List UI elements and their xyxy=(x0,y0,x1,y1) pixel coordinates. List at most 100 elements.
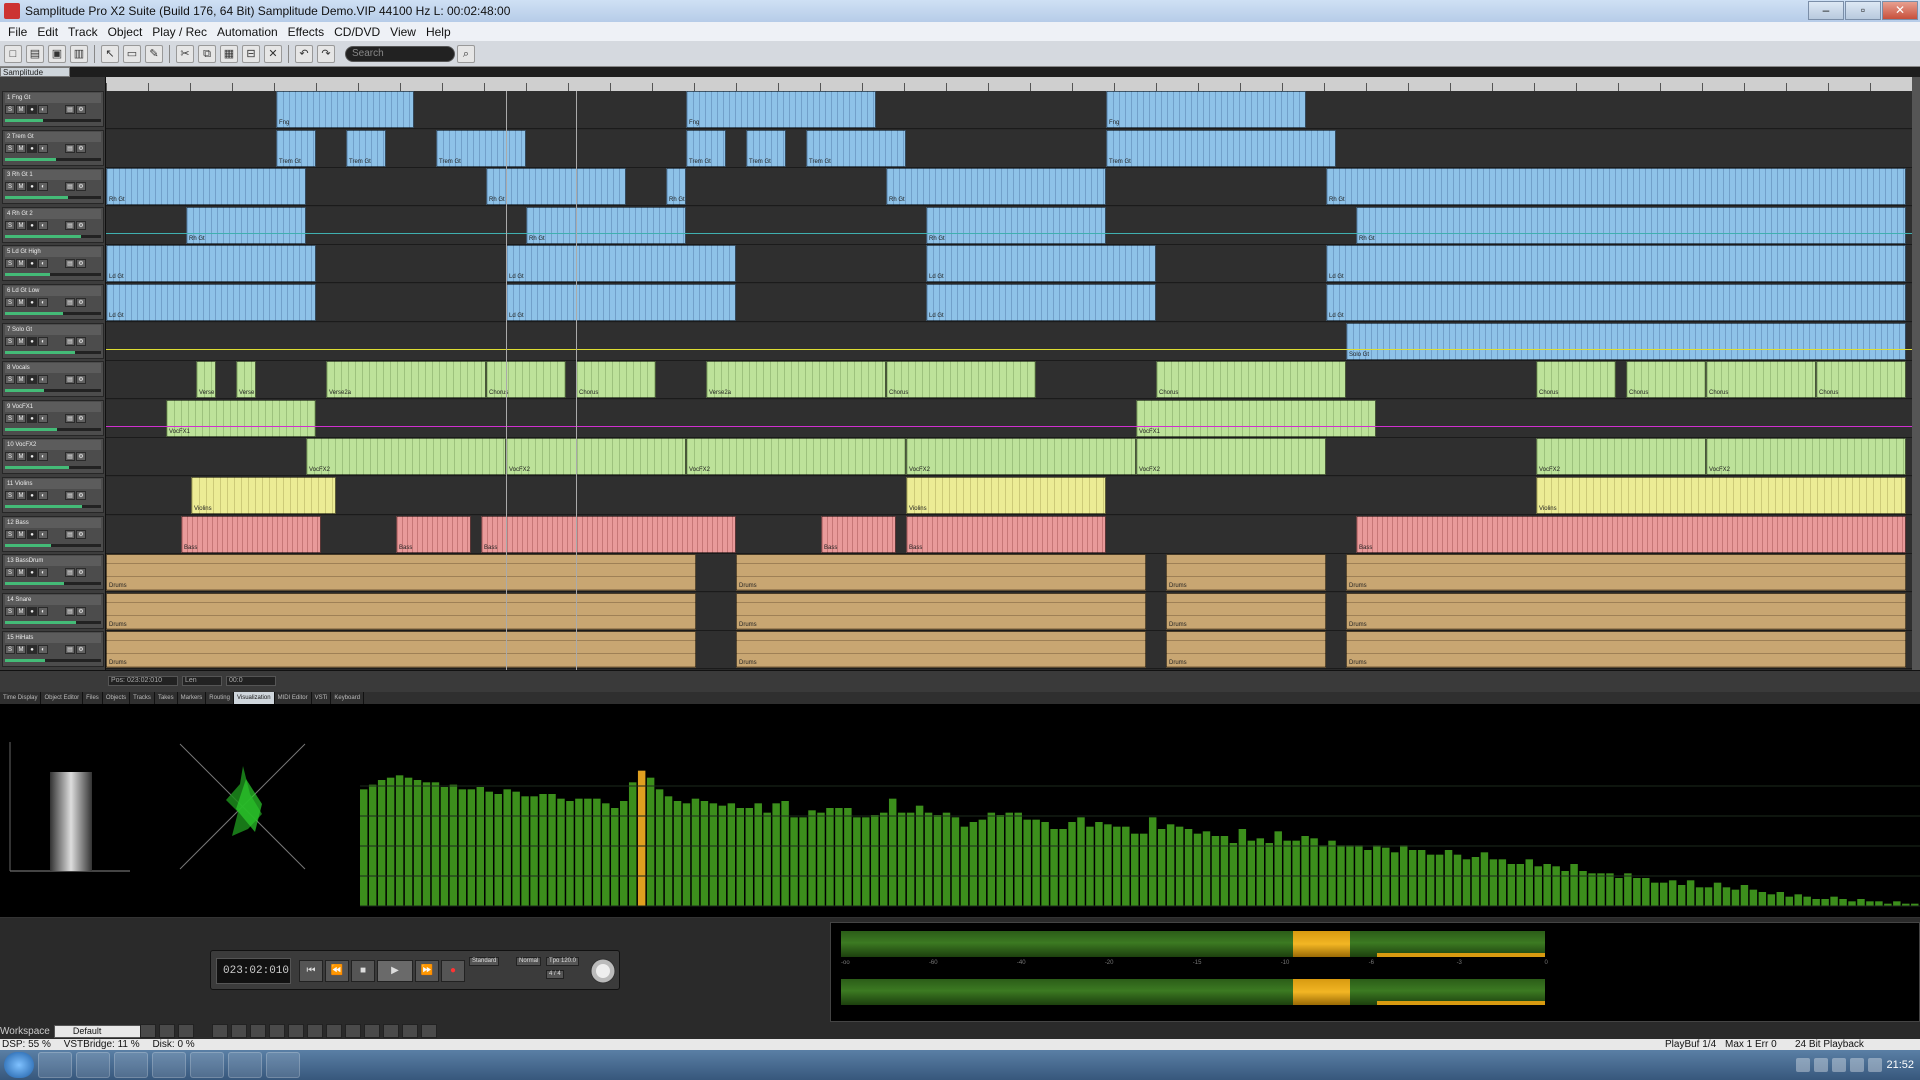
track-settings-button[interactable]: ⚙ xyxy=(76,220,86,230)
track-settings-button[interactable]: ⚙ xyxy=(76,452,86,462)
fast-forward-button[interactable]: ⏩ xyxy=(415,960,439,982)
audio-object[interactable]: Drums xyxy=(106,592,696,630)
samplitude-taskbar-icon[interactable] xyxy=(266,1052,300,1078)
solo-button[interactable]: S xyxy=(5,182,15,192)
track-name[interactable]: 2 Trem Gt xyxy=(5,131,101,142)
cursor-tool-icon[interactable]: ↖ xyxy=(101,44,119,63)
menu-automation[interactable]: Automation xyxy=(212,25,283,39)
monitor-button[interactable]: ◐ xyxy=(38,336,48,346)
mute-button[interactable]: M xyxy=(16,491,26,500)
monitor-button[interactable]: ◐ xyxy=(38,298,48,307)
solo-button[interactable]: S xyxy=(5,105,15,114)
track-header[interactable]: 1 Fng Gt S M ● ◐ ▤ ⚙ xyxy=(2,91,104,127)
track-volume-fader[interactable] xyxy=(5,196,101,200)
audio-object[interactable]: Trem Gt xyxy=(276,129,316,167)
audio-object[interactable]: Drums xyxy=(736,592,1146,630)
track-header[interactable]: 9 VocFX1 S M ● ◐ ▤ ⚙ xyxy=(2,399,104,436)
record-arm-button[interactable]: ● xyxy=(27,259,37,269)
track-lane[interactable]: Ld Gt Ld Gt Ld Gt Ld Gt xyxy=(106,245,1912,284)
track-volume-fader[interactable] xyxy=(5,119,101,122)
track-settings-button[interactable]: ⚙ xyxy=(76,143,86,153)
audio-object[interactable]: VocFX1 xyxy=(166,399,316,437)
skype-icon[interactable] xyxy=(114,1052,148,1078)
track-volume-fader[interactable] xyxy=(5,234,101,238)
track-volume-fader[interactable] xyxy=(5,505,101,508)
search-input[interactable]: Search xyxy=(345,45,455,62)
save-as-icon[interactable]: ▥ xyxy=(70,44,88,63)
cut-icon[interactable]: ✂ xyxy=(176,44,194,63)
jog-wheel[interactable] xyxy=(589,957,617,985)
audio-object[interactable]: Rh Gt xyxy=(1356,206,1906,244)
audio-object[interactable]: Trem Gt xyxy=(806,129,906,167)
audio-object[interactable]: Ld Gt xyxy=(506,245,736,283)
solo-button[interactable]: S xyxy=(5,491,15,500)
monitor-button[interactable]: ◐ xyxy=(38,452,48,462)
track-name[interactable]: 13 BassDrum xyxy=(5,556,101,567)
mute-button[interactable]: M xyxy=(16,452,26,462)
layout-icon[interactable] xyxy=(159,1024,175,1038)
track-lane[interactable]: Drums Drums Drums Drums xyxy=(106,592,1912,631)
mute-button[interactable]: M xyxy=(16,606,26,616)
tab-time-display[interactable]: Time Display xyxy=(0,692,42,704)
audio-object[interactable]: VocFX1 xyxy=(1136,399,1376,437)
tab-visualization[interactable]: Visualization xyxy=(233,692,275,704)
solo-button[interactable]: S xyxy=(5,336,15,346)
tab-routing[interactable]: Routing xyxy=(206,692,234,704)
stop-button[interactable]: ■ xyxy=(351,960,375,982)
audio-object[interactable]: Violins xyxy=(191,477,336,514)
snap-icon[interactable] xyxy=(345,1024,361,1038)
track-settings-button[interactable]: ⚙ xyxy=(76,375,86,385)
menu-play-rec[interactable]: Play / Rec xyxy=(147,25,212,39)
audio-object[interactable]: Drums xyxy=(1346,631,1906,669)
monitor-button[interactable]: ◐ xyxy=(38,606,48,616)
record-arm-button[interactable]: ● xyxy=(27,375,37,385)
playhead-cursor[interactable] xyxy=(576,91,577,670)
audio-object[interactable]: Drums xyxy=(1346,554,1906,592)
solo-button[interactable]: S xyxy=(5,645,15,655)
audio-object[interactable]: Fng xyxy=(686,91,876,128)
record-arm-button[interactable]: ● xyxy=(27,529,37,539)
track-name[interactable]: 10 VocFX2 xyxy=(5,440,101,451)
track-lane[interactable]: Drums Drums Drums Drums xyxy=(106,554,1912,593)
audio-object[interactable]: Bass xyxy=(481,515,736,553)
audio-object[interactable]: Bass xyxy=(396,515,471,553)
track-name[interactable]: 14 Snare xyxy=(5,594,101,605)
tray-icon[interactable] xyxy=(1796,1058,1811,1072)
tab-takes[interactable]: Takes xyxy=(155,692,178,704)
record-button[interactable]: ● xyxy=(441,960,465,982)
taskbar-app-icon[interactable] xyxy=(228,1052,262,1078)
track-settings-button[interactable]: ⚙ xyxy=(76,259,86,269)
track-fx-button[interactable]: ▤ xyxy=(65,336,75,346)
track-name[interactable]: 11 Violins xyxy=(5,479,101,489)
solo-button[interactable]: S xyxy=(5,413,15,423)
track-header[interactable]: 5 Ld Gt High S M ● ◐ ▤ ⚙ xyxy=(2,245,104,282)
solo-button[interactable]: S xyxy=(5,259,15,269)
track-fx-button[interactable]: ▤ xyxy=(65,220,75,230)
track-volume-fader[interactable] xyxy=(5,582,101,586)
time-counter[interactable]: 023:02:010 xyxy=(216,958,291,984)
audio-object[interactable]: Trem Gt xyxy=(436,129,526,167)
menu-help[interactable]: Help xyxy=(421,25,456,39)
tab-markers[interactable]: Markers xyxy=(178,692,207,704)
audio-object[interactable]: Trem Gt xyxy=(686,129,726,167)
audio-object[interactable]: VocFX2 xyxy=(1536,438,1706,476)
track-name[interactable]: 1 Fng Gt xyxy=(5,93,101,103)
sync-select[interactable]: Normal xyxy=(516,957,542,966)
record-arm-button[interactable]: ● xyxy=(27,182,37,192)
audio-object[interactable]: Chorus xyxy=(486,361,566,399)
track-settings-button[interactable]: ⚙ xyxy=(76,491,86,500)
value-field[interactable]: 00:0 xyxy=(226,676,276,686)
track-fx-button[interactable]: ▤ xyxy=(65,182,75,192)
taskbar-app-icon[interactable] xyxy=(152,1052,186,1078)
track-name[interactable]: 15 HiHats xyxy=(5,633,101,644)
record-arm-button[interactable]: ● xyxy=(27,452,37,462)
track-settings-button[interactable]: ⚙ xyxy=(76,529,86,539)
audio-object[interactable]: VocFX2 xyxy=(506,438,686,476)
automation-curve[interactable] xyxy=(106,425,1912,427)
audio-object[interactable]: Bass xyxy=(1356,515,1906,553)
track-name[interactable]: 4 Rh Gt 2 xyxy=(5,208,101,219)
track-header[interactable]: 4 Rh Gt 2 S M ● ◐ ▤ ⚙ xyxy=(2,206,104,243)
time-signature-field[interactable]: 4 / 4 xyxy=(546,970,564,979)
audio-object[interactable]: Rh Gt xyxy=(106,168,306,206)
split-icon[interactable]: ⊟ xyxy=(242,44,260,63)
